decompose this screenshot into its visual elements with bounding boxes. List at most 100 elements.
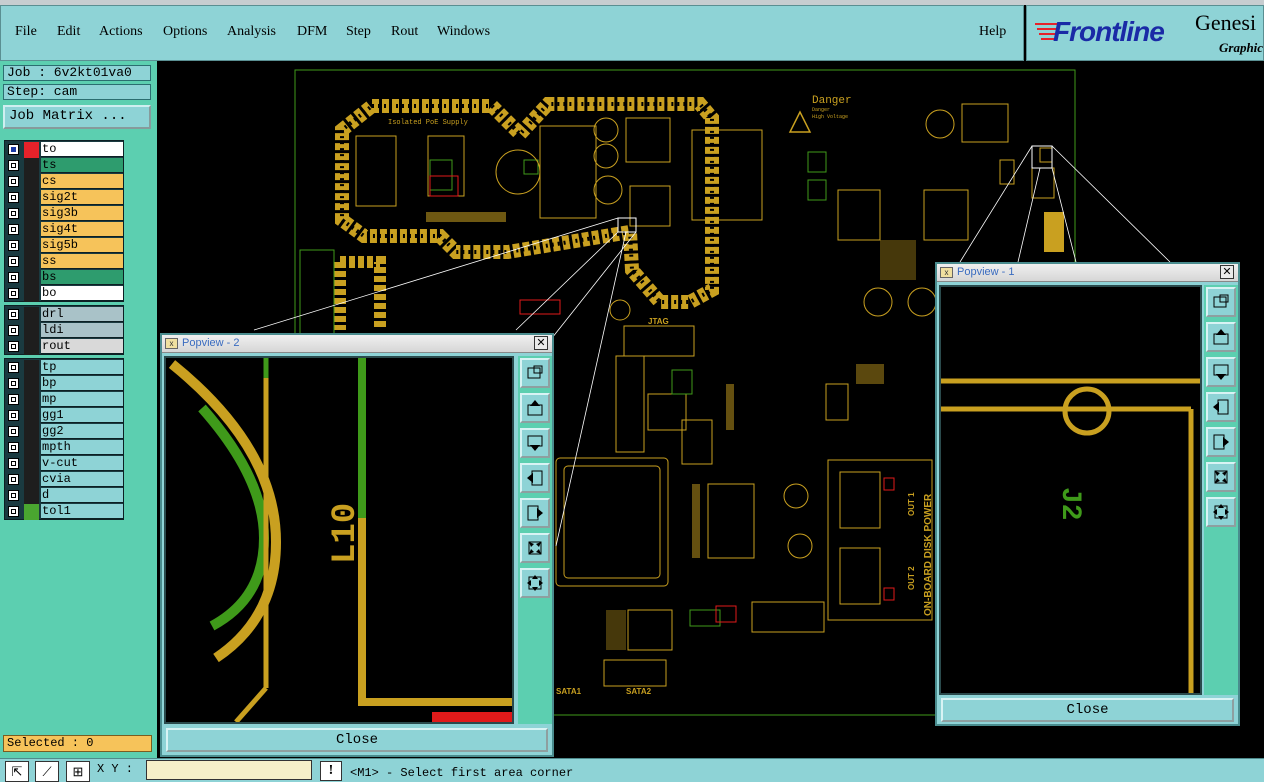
layer-checkbox[interactable]: [8, 426, 19, 437]
pan-up-icon[interactable]: [520, 393, 550, 423]
layer-checkbox[interactable]: [8, 160, 19, 171]
layer-name[interactable]: bs: [41, 270, 123, 285]
pan-right-icon[interactable]: [520, 498, 550, 528]
pan-right-icon[interactable]: [1206, 427, 1236, 457]
layer-row-drl[interactable]: drl: [5, 307, 123, 323]
layer-color-swatch[interactable]: [24, 190, 39, 206]
layer-name[interactable]: sig4t: [41, 222, 123, 237]
pan-left-icon[interactable]: [1206, 392, 1236, 422]
layer-checkbox[interactable]: [8, 256, 19, 267]
layer-name[interactable]: sig2t: [41, 190, 123, 205]
layer-name[interactable]: sig3b: [41, 206, 123, 221]
layer-row-ss[interactable]: ss: [5, 254, 123, 270]
layer-color-swatch[interactable]: [24, 254, 39, 270]
layer-name[interactable]: v-cut: [41, 456, 123, 471]
layer-color-swatch[interactable]: [24, 456, 39, 472]
layer-name[interactable]: ldi: [41, 323, 123, 338]
layer-name[interactable]: gg2: [41, 424, 123, 439]
layer-row-bo[interactable]: bo: [5, 286, 123, 302]
layer-name[interactable]: d: [41, 488, 123, 503]
pan-down-icon[interactable]: [520, 428, 550, 458]
xy-input[interactable]: [146, 760, 312, 780]
layer-color-swatch[interactable]: [24, 307, 39, 323]
layer-name[interactable]: mpth: [41, 440, 123, 455]
popview-2-close-icon[interactable]: ✕: [534, 336, 548, 350]
layer-name[interactable]: mp: [41, 392, 123, 407]
menu-windows[interactable]: Windows: [437, 24, 490, 40]
layer-checkbox[interactable]: [8, 341, 19, 352]
layer-row-tol1[interactable]: tol1: [5, 504, 123, 520]
layer-color-swatch[interactable]: [24, 504, 39, 520]
layer-checkbox[interactable]: [8, 224, 19, 235]
layer-name[interactable]: cvia: [41, 472, 123, 487]
layer-row-sig4t[interactable]: sig4t: [5, 222, 123, 238]
layer-checkbox[interactable]: [8, 144, 19, 155]
layer-checkbox[interactable]: [8, 474, 19, 485]
layer-name[interactable]: rout: [41, 339, 123, 354]
layer-checkbox[interactable]: [8, 192, 19, 203]
layer-name[interactable]: cs: [41, 174, 123, 189]
measure-icon[interactable]: ⟋: [35, 761, 59, 782]
layer-checkbox[interactable]: [8, 240, 19, 251]
layer-color-swatch[interactable]: [24, 174, 39, 190]
layer-row-gg2[interactable]: gg2: [5, 424, 123, 440]
layer-checkbox[interactable]: [8, 506, 19, 517]
layer-name[interactable]: gg1: [41, 408, 123, 423]
menu-actions[interactable]: Actions: [99, 24, 143, 40]
layer-color-swatch[interactable]: [24, 392, 39, 408]
menu-file[interactable]: File: [15, 24, 37, 40]
layer-row-sig3b[interactable]: sig3b: [5, 206, 123, 222]
layer-name[interactable]: drl: [41, 307, 123, 322]
menu-analysis[interactable]: Analysis: [227, 24, 276, 40]
layer-color-swatch[interactable]: [24, 222, 39, 238]
layer-checkbox[interactable]: [8, 309, 19, 320]
menu-edit[interactable]: Edit: [57, 24, 80, 40]
grid-icon[interactable]: ⊞: [66, 761, 90, 782]
menu-options[interactable]: Options: [163, 24, 207, 40]
popview-1-titlebar[interactable]: x Popview - 1 ✕: [937, 264, 1238, 282]
layer-color-swatch[interactable]: [24, 488, 39, 504]
layer-row-gg1[interactable]: gg1: [5, 408, 123, 424]
window-menu-icon[interactable]: x: [165, 338, 178, 349]
window-menu-icon[interactable]: x: [940, 267, 953, 278]
layer-color-swatch[interactable]: [24, 158, 39, 174]
layer-row-to[interactable]: to: [5, 142, 123, 158]
popview-2-canvas[interactable]: L10: [164, 356, 514, 724]
layer-checkbox[interactable]: [8, 378, 19, 389]
zoom-area-icon[interactable]: ⇱: [5, 761, 29, 782]
layer-row-v-cut[interactable]: v-cut: [5, 456, 123, 472]
layer-color-swatch[interactable]: [24, 360, 39, 376]
popview-1-canvas[interactable]: J2: [939, 285, 1202, 695]
zoom-fit-icon[interactable]: [520, 358, 550, 388]
layer-checkbox[interactable]: [8, 288, 19, 299]
layer-color-swatch[interactable]: [24, 408, 39, 424]
layer-color-swatch[interactable]: [24, 142, 39, 158]
layer-checkbox[interactable]: [8, 442, 19, 453]
layer-name[interactable]: tp: [41, 360, 123, 375]
menu-help[interactable]: Help: [979, 24, 1006, 40]
layer-color-swatch[interactable]: [24, 206, 39, 222]
popview-2-close-button[interactable]: Close: [166, 728, 548, 752]
layer-checkbox[interactable]: [8, 272, 19, 283]
layer-name[interactable]: tol1: [41, 504, 123, 519]
zoom-in-icon[interactable]: [520, 533, 550, 563]
layer-checkbox[interactable]: [8, 410, 19, 421]
layer-name[interactable]: bo: [41, 286, 123, 301]
layer-checkbox[interactable]: [8, 325, 19, 336]
layer-row-tp[interactable]: tp: [5, 360, 123, 376]
popview-1-close-button[interactable]: Close: [941, 698, 1234, 722]
layer-row-rout[interactable]: rout: [5, 339, 123, 355]
layer-checkbox[interactable]: [8, 490, 19, 501]
layer-color-swatch[interactable]: [24, 286, 39, 302]
menu-step[interactable]: Step: [346, 24, 371, 40]
pan-left-icon[interactable]: [520, 463, 550, 493]
layer-checkbox[interactable]: [8, 176, 19, 187]
zoom-out-icon[interactable]: [520, 568, 550, 598]
layer-row-d[interactable]: d: [5, 488, 123, 504]
pan-down-icon[interactable]: [1206, 357, 1236, 387]
layer-name[interactable]: sig5b: [41, 238, 123, 253]
layer-row-mp[interactable]: mp: [5, 392, 123, 408]
layer-checkbox[interactable]: [8, 458, 19, 469]
menu-dfm[interactable]: DFM: [297, 24, 327, 40]
layer-row-sig2t[interactable]: sig2t: [5, 190, 123, 206]
